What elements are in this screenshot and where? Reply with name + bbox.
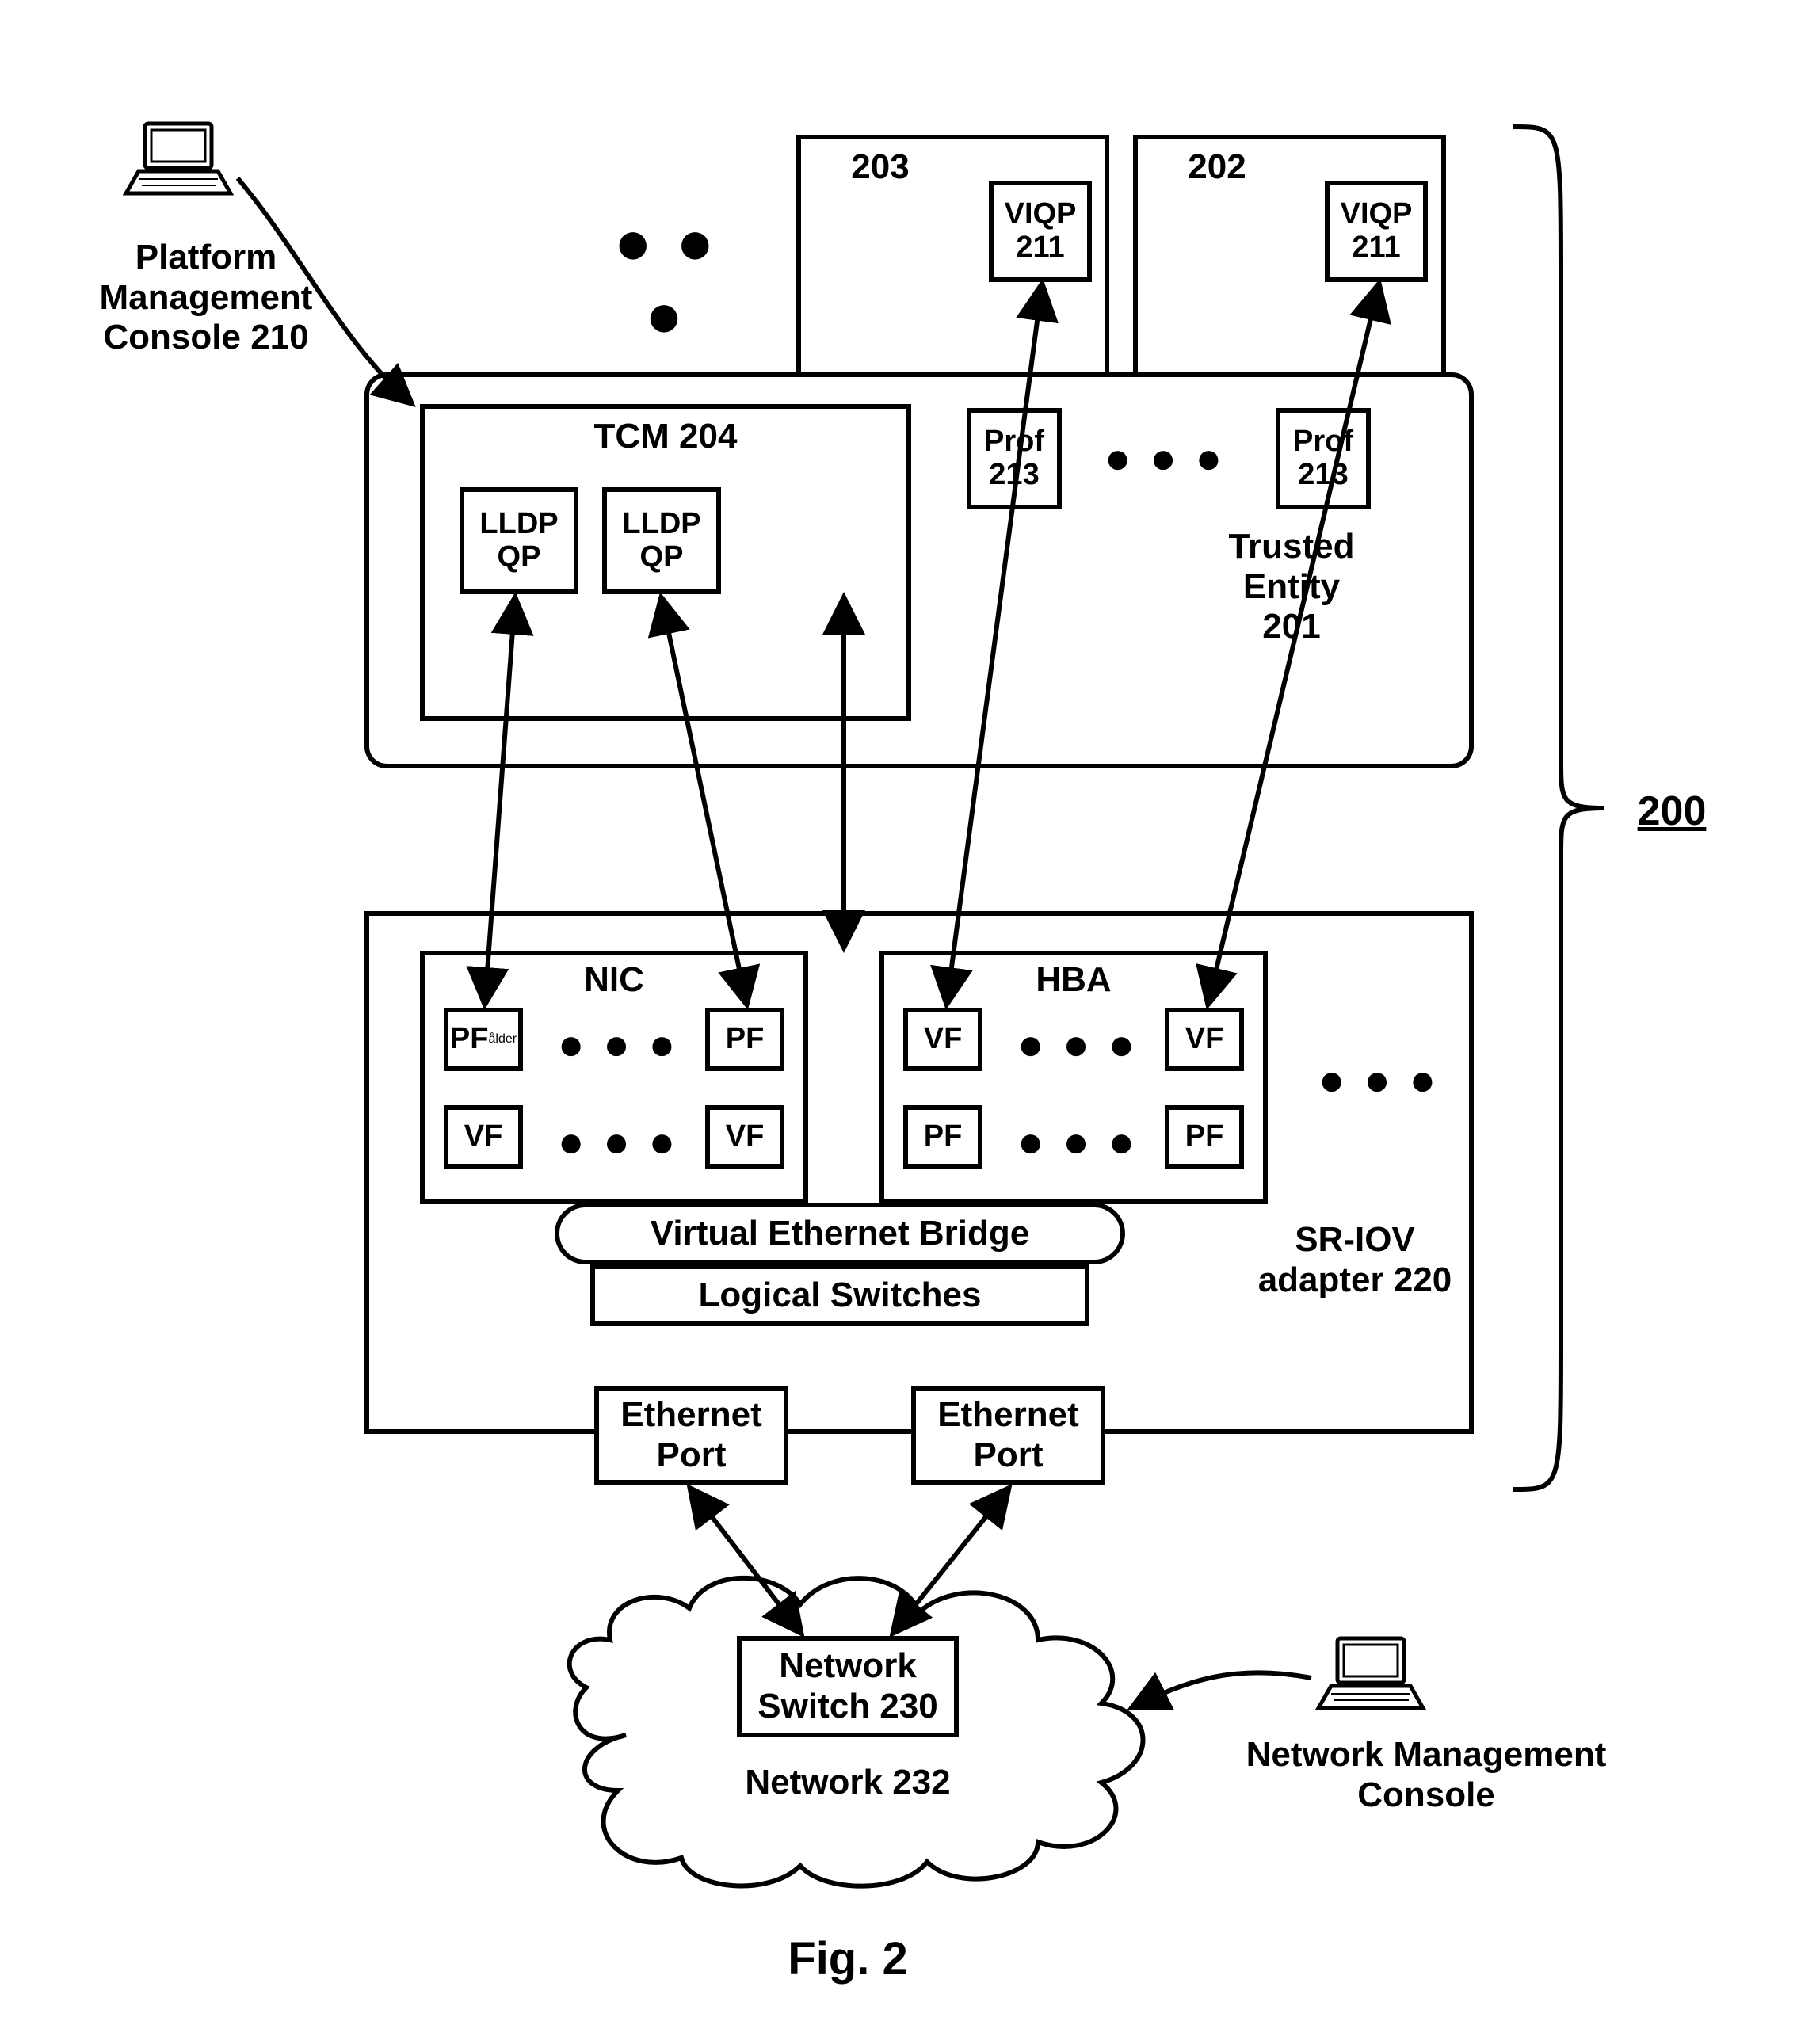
viqp-211-a-label: VIQP211 [1005,198,1077,265]
hba-vf-2-label: VF [1185,1023,1224,1056]
nic-vf-2-label: VF [726,1120,765,1153]
virtual-ethernet-bridge: Virtual Ethernet Bridge [555,1203,1125,1264]
network-232-label: Network 232 [689,1763,1006,1803]
nic-vf-1: VF [444,1105,523,1169]
ellipsis-partitions: ● ● ● [586,206,745,352]
logical-switches-label: Logical Switches [699,1276,982,1316]
ellipsis-nic-pf: ● ● ● [539,1018,697,1070]
partition-203-id: 203 [833,147,928,188]
nic-pf-2: PF [705,1008,784,1071]
prof-213-a-label: Prof213 [984,425,1044,492]
ellipsis-adapter-right: ● ● ● [1299,1054,1458,1105]
ellipsis-nic-vf: ● ● ● [539,1115,697,1167]
nic-vf-1-label: VF [464,1120,503,1153]
hba-label: HBA [884,960,1263,1001]
lldp-qp-2-label: LLDPQP [622,508,700,574]
prof-213-b: Prof213 [1276,408,1371,509]
hba-pf-1: PF [903,1105,982,1169]
prof-213-b-label: Prof213 [1293,425,1353,492]
network-switch-230: NetworkSwitch 230 [737,1636,959,1737]
nic-vf-2: VF [705,1105,784,1169]
lldp-qp-1: LLDPQP [460,487,578,594]
hba-pf-1-label: PF [924,1120,963,1153]
tcm-204-label: TCM 204 [425,417,906,457]
nic-pf-2-label: PF [726,1023,765,1056]
sr-iov-adapter-label: SR-IOVadapter 220 [1252,1220,1458,1300]
ethernet-port-b: EthernetPort [911,1386,1105,1485]
ethernet-port-a: EthernetPort [594,1386,788,1485]
nic-pf-1-label: PF [450,1023,489,1056]
veb-label: Virtual Ethernet Bridge [651,1214,1029,1254]
hba-vf-2: VF [1165,1008,1244,1071]
ellipsis-hba-pf: ● ● ● [998,1115,1157,1167]
brace-200 [1505,119,1616,1497]
partition-202-id: 202 [1169,147,1265,188]
trusted-entity-label: TrustedEntity201 [1189,527,1395,647]
laptop-icon-network [1315,1632,1426,1719]
ethernet-port-a-label: EthernetPort [620,1395,761,1475]
network-switch-label: NetworkSwitch 230 [757,1646,937,1726]
lldp-qp-1-label: LLDPQP [479,508,558,574]
lldp-qp-2: LLDPQP [602,487,721,594]
hba-pf-2: PF [1165,1105,1244,1169]
hba-pf-2-label: PF [1185,1120,1224,1153]
viqp-211-a: VIQP211 [989,181,1092,282]
ellipsis-prof: ● ● ● [1086,432,1244,483]
hba-vf-1-label: VF [924,1023,963,1056]
platform-console-label: PlatformManagementConsole 210 [71,238,341,358]
ethernet-port-b-label: EthernetPort [937,1395,1078,1475]
prof-213-a: Prof213 [967,408,1062,509]
hba-vf-1: VF [903,1008,982,1071]
viqp-211-b-label: VIQP211 [1341,198,1413,265]
system-ref-200: 200 [1624,788,1719,836]
figure-caption: Fig. 2 [745,1933,951,1986]
nic-label: NIC [425,960,803,1001]
laptop-icon-platform [123,117,234,204]
viqp-211-b: VIQP211 [1325,181,1428,282]
logical-switches: Logical Switches [590,1264,1089,1326]
nic-pf-1: PFålder [444,1008,523,1071]
network-console-label: Network ManagementConsole [1204,1735,1648,1815]
ellipsis-hba-vf: ● ● ● [998,1018,1157,1070]
